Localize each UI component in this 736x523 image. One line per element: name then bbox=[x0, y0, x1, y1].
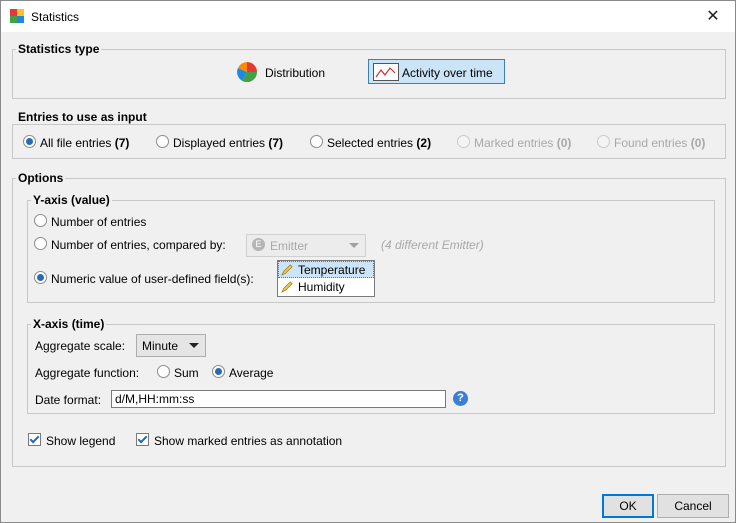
all-entries-radio-indicator bbox=[23, 135, 36, 148]
aggregate-scale-label: Aggregate scale: bbox=[35, 339, 126, 353]
options-legend: Options bbox=[16, 171, 66, 185]
average-radio-indicator bbox=[212, 365, 225, 378]
line-chart-icon bbox=[373, 63, 399, 81]
show-marked-label: Show marked entries as annotation bbox=[154, 434, 343, 448]
found-entries-label: Found entries bbox=[614, 136, 688, 150]
marked-entries-label: Marked entries bbox=[474, 136, 554, 150]
sum-radio[interactable]: Sum bbox=[157, 364, 203, 380]
all-entries-count: (7) bbox=[114, 136, 130, 150]
number-of-entries-radio-indicator bbox=[34, 214, 47, 227]
cancel-button[interactable]: Cancel bbox=[657, 494, 729, 518]
show-marked-checkbox[interactable]: Show marked entries as annotation bbox=[136, 432, 366, 448]
ok-button[interactable]: OK bbox=[602, 494, 654, 518]
yaxis-legend: Y-axis (value) bbox=[31, 193, 112, 207]
sum-label: Sum bbox=[174, 366, 199, 380]
numeric-value-radio[interactable]: Numeric value of user-defined field(s): bbox=[34, 270, 274, 286]
date-format-input[interactable]: d/M,HH:mm:ss bbox=[111, 390, 446, 408]
chevron-down-icon bbox=[349, 243, 359, 248]
selected-entries-radio[interactable]: Selected entries (2) bbox=[310, 134, 450, 150]
selected-entries-label: Selected entries bbox=[327, 136, 414, 150]
entries-input-legend: Entries to use as input bbox=[16, 110, 149, 124]
emitter-icon: E bbox=[252, 238, 265, 251]
compared-by-hint: (4 different Emitter) bbox=[381, 238, 484, 252]
found-entries-radio-indicator bbox=[597, 135, 610, 148]
marked-entries-count: (0) bbox=[556, 136, 572, 150]
displayed-entries-radio[interactable]: Displayed entries (7) bbox=[156, 134, 301, 150]
field-list[interactable]: Temperature Humidity bbox=[277, 260, 375, 297]
close-icon: ✕ bbox=[706, 8, 720, 25]
show-legend-label: Show legend bbox=[46, 434, 116, 448]
show-legend-checkbox[interactable]: Show legend bbox=[28, 432, 128, 448]
displayed-entries-count: (7) bbox=[268, 136, 284, 150]
selected-entries-radio-indicator bbox=[310, 135, 323, 148]
distribution-label: Distribution bbox=[265, 66, 326, 80]
average-radio[interactable]: Average bbox=[212, 364, 282, 380]
aggregate-scale-value: Minute bbox=[142, 339, 179, 353]
activity-over-time-button[interactable]: Activity over time bbox=[368, 59, 505, 84]
field-humidity: Humidity bbox=[298, 280, 345, 294]
distribution-button[interactable]: Distribution bbox=[235, 60, 333, 84]
compared-by-label: Number of entries, compared by: bbox=[51, 238, 226, 252]
show-marked-check-indicator bbox=[136, 433, 149, 446]
displayed-entries-label: Displayed entries bbox=[173, 136, 266, 150]
window-title: Statistics bbox=[31, 10, 80, 24]
found-entries-count: (0) bbox=[690, 136, 706, 150]
compared-by-radio[interactable]: Number of entries, compared by: bbox=[34, 236, 244, 252]
date-format-label: Date format: bbox=[35, 393, 102, 407]
compared-by-radio-indicator bbox=[34, 237, 47, 250]
statistics-dialog: Statistics ✕ Statistics type Distributio… bbox=[0, 0, 736, 523]
marked-entries-radio[interactable]: Marked entries (0) bbox=[457, 134, 587, 150]
number-of-entries-label: Number of entries bbox=[51, 215, 147, 229]
xaxis-legend: X-axis (time) bbox=[31, 317, 107, 331]
statistics-type-legend: Statistics type bbox=[16, 42, 102, 56]
numeric-value-label: Numeric value of user-defined field(s): bbox=[51, 272, 254, 286]
list-item[interactable]: Temperature bbox=[278, 261, 374, 278]
compared-by-value: Emitter bbox=[270, 239, 309, 253]
list-item[interactable]: Humidity bbox=[278, 278, 374, 295]
pie-chart-icon bbox=[237, 62, 257, 82]
aggregate-function-label: Aggregate function: bbox=[35, 366, 140, 380]
found-entries-radio[interactable]: Found entries (0) bbox=[597, 134, 719, 150]
all-entries-radio[interactable]: All file entries (7) bbox=[23, 134, 149, 150]
numeric-value-radio-indicator bbox=[34, 271, 47, 284]
average-label: Average bbox=[229, 366, 274, 380]
sum-radio-indicator bbox=[157, 365, 170, 378]
app-icon bbox=[10, 9, 24, 23]
aggregate-scale-select[interactable]: Minute bbox=[136, 334, 206, 357]
show-legend-check-indicator bbox=[28, 433, 41, 446]
all-entries-label: All file entries bbox=[40, 136, 112, 150]
activity-over-time-label: Activity over time bbox=[402, 66, 493, 80]
chevron-down-icon bbox=[189, 343, 199, 348]
help-icon[interactable]: ? bbox=[453, 391, 468, 406]
number-of-entries-radio[interactable]: Number of entries bbox=[34, 213, 164, 229]
compared-by-select[interactable]: E Emitter bbox=[246, 234, 366, 257]
displayed-entries-radio-indicator bbox=[156, 135, 169, 148]
close-button[interactable]: ✕ bbox=[691, 1, 735, 32]
selected-entries-count: (2) bbox=[416, 136, 432, 150]
marked-entries-radio-indicator bbox=[457, 135, 470, 148]
pencil-icon bbox=[281, 264, 293, 276]
field-temperature: Temperature bbox=[298, 263, 366, 277]
title-bar: Statistics ✕ bbox=[1, 1, 735, 32]
pencil-icon bbox=[281, 281, 293, 293]
